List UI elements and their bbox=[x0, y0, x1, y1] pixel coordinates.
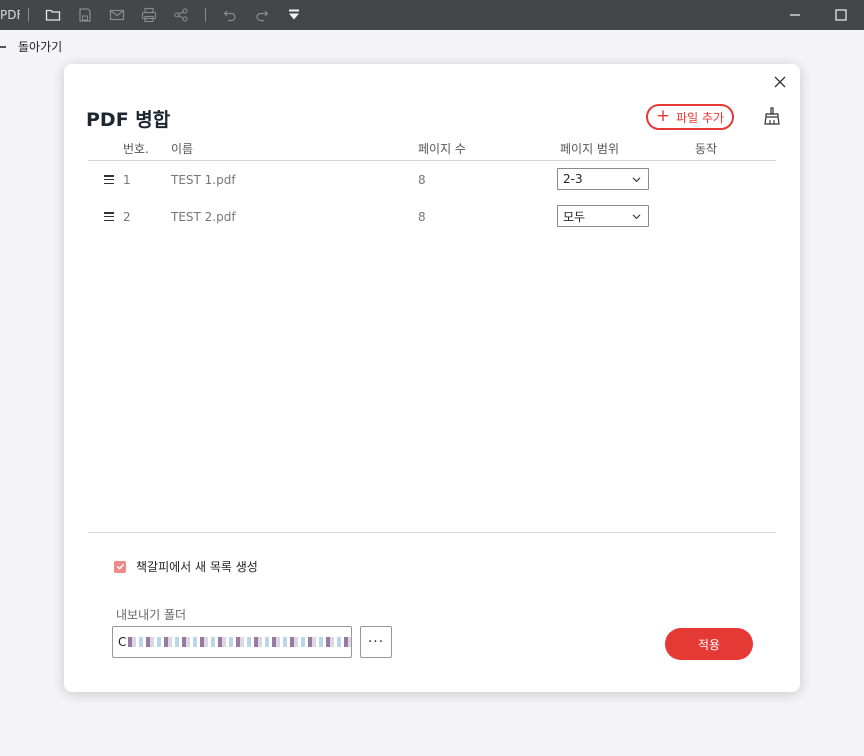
browse-folder-button[interactable]: ··· bbox=[360, 626, 392, 658]
check-icon bbox=[116, 563, 124, 570]
column-name: 이름 bbox=[171, 142, 194, 156]
share-icon[interactable] bbox=[165, 0, 197, 30]
chevron-down-icon bbox=[632, 214, 641, 220]
merge-pdf-dialog: PDF 병합 + 파일 추가 번호. 이름 페이지 수 페이지 범위 동작 1 … bbox=[64, 64, 800, 692]
apply-button[interactable]: 적용 bbox=[665, 628, 753, 660]
row-number: 1 bbox=[123, 173, 131, 187]
row-page-count: 8 bbox=[418, 210, 426, 224]
dropdown-icon[interactable] bbox=[278, 0, 310, 30]
redo-icon[interactable] bbox=[246, 0, 278, 30]
maximize-icon[interactable] bbox=[818, 0, 864, 30]
page-range-select[interactable]: 2-3 bbox=[557, 168, 649, 190]
plus-icon: + bbox=[655, 105, 671, 126]
print-icon[interactable] bbox=[133, 0, 165, 30]
drag-handle-icon[interactable] bbox=[104, 212, 114, 222]
bookmark-option-label: 책갈피에서 새 목록 생성 bbox=[136, 560, 258, 574]
row-file-name: TEST 2.pdf bbox=[171, 210, 236, 224]
row-page-count: 8 bbox=[418, 173, 426, 187]
column-pages: 페이지 수 bbox=[418, 142, 466, 156]
toolbar-divider bbox=[205, 8, 206, 22]
toolbar-divider bbox=[28, 8, 29, 22]
undo-icon[interactable] bbox=[214, 0, 246, 30]
back-label: 돌아가기 bbox=[18, 40, 63, 54]
checkbox-checked[interactable] bbox=[114, 560, 126, 573]
clear-list-icon[interactable] bbox=[760, 104, 784, 128]
save-icon[interactable] bbox=[69, 0, 101, 30]
table-row[interactable]: 2 TEST 2.pdf 8 모두 bbox=[88, 201, 776, 233]
open-folder-icon[interactable] bbox=[37, 0, 69, 30]
close-icon[interactable] bbox=[770, 72, 790, 92]
column-action: 동작 bbox=[695, 142, 718, 156]
export-folder-value: C bbox=[118, 635, 127, 649]
add-file-button[interactable]: + 파일 추가 bbox=[646, 104, 734, 130]
section-divider bbox=[88, 532, 776, 533]
export-folder-field[interactable]: C bbox=[112, 626, 352, 658]
redacted-path bbox=[128, 637, 351, 647]
row-number: 2 bbox=[123, 210, 131, 224]
page-range-select[interactable]: 모두 bbox=[557, 205, 649, 227]
page-range-value: 모두 bbox=[563, 209, 586, 224]
chevron-down-icon bbox=[632, 177, 641, 183]
column-range: 페이지 범위 bbox=[560, 142, 620, 156]
page-range-value: 2-3 bbox=[563, 172, 583, 186]
drag-handle-icon[interactable] bbox=[104, 175, 114, 185]
export-folder-label: 내보내기 폴더 bbox=[116, 608, 187, 622]
bookmark-option[interactable]: 책갈피에서 새 목록 생성 bbox=[114, 558, 258, 575]
dialog-title: PDF 병합 bbox=[86, 109, 171, 131]
top-toolbar: PDF bbox=[0, 0, 864, 30]
minimize-icon[interactable] bbox=[772, 0, 818, 30]
back-link[interactable]: 돌아가기 bbox=[0, 38, 62, 55]
window-controls bbox=[772, 0, 864, 30]
mail-icon[interactable] bbox=[101, 0, 133, 30]
column-number: 번호. bbox=[123, 142, 149, 156]
row-file-name: TEST 1.pdf bbox=[171, 173, 236, 187]
table-row[interactable]: 1 TEST 1.pdf 8 2-3 bbox=[88, 164, 776, 196]
back-arrow-icon bbox=[0, 40, 10, 54]
add-file-label: 파일 추가 bbox=[676, 110, 725, 125]
table-header: 번호. 이름 페이지 수 페이지 범위 동작 bbox=[88, 140, 776, 161]
app-label: PDF bbox=[0, 8, 20, 22]
